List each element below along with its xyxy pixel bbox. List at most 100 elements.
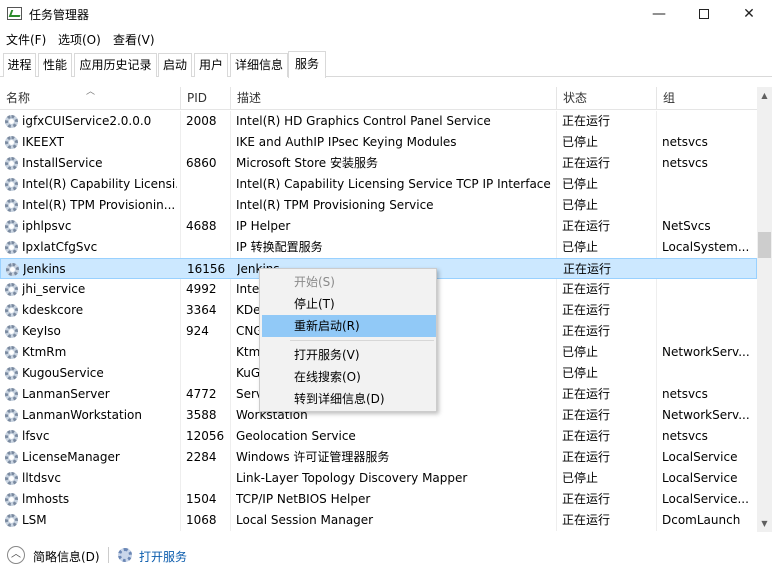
service-gear-icon [5,199,18,212]
tab-app-history[interactable]: 应用历史记录 [74,53,157,77]
cell-pid: 1504 [186,492,217,506]
cell-description: IP Helper [236,219,291,233]
table-row[interactable]: lfsvc 12056 Geolocation Service 正在运行 netsvcs [0,426,757,447]
cell-group: NetworkServ... [662,408,750,422]
cell-description: TCP/IP NetBIOS Helper [236,492,371,506]
column-header-row: 名称 PID 描述 状态 组 [0,87,757,110]
cell-name: IKEEXT [22,135,64,149]
table-row[interactable]: LSM 1068 Local Session Manager 正在运行 DcomLaun… [0,510,757,531]
service-gear-icon [6,263,19,276]
cell-group: netsvcs [662,429,708,443]
cell-pid: 2008 [186,114,217,128]
context-menu-restart[interactable]: 重新启动(R) [262,315,436,337]
scroll-up-arrow-icon[interactable]: ▲ [757,87,772,104]
menu-view[interactable]: 查看(V) [113,31,155,48]
context-menu-search-online[interactable]: 在线搜索(O) [262,366,436,388]
tab-processes[interactable]: 进程 [3,53,36,77]
cell-pid [186,237,231,258]
maximize-button[interactable] [681,0,727,28]
cell-group: netsvcs [662,156,708,170]
context-menu-open-services[interactable]: 打开服务(V) [262,344,436,366]
table-row[interactable]: InstallService 6860 Microsoft Store 安装服务 正在… [0,153,757,174]
cell-pid: 924 [186,324,209,338]
cell-description: IP 转换配置服务 [236,240,323,254]
context-menu-stop[interactable]: 停止(T) [262,293,436,315]
service-gear-icon [5,514,18,527]
table-row[interactable]: igfxCUIService2.0.0.0 2008 Intel(R) HD Gra… [0,111,757,132]
cell-description: Local Session Manager [236,513,374,527]
service-gear-icon [5,220,18,233]
cell-pid: 16156 [187,262,226,276]
window-title: 任务管理器 [29,8,90,22]
cell-description: Microsoft Store 安装服务 [236,156,378,170]
cell-name: Jenkins [23,262,66,276]
service-gear-icon [5,451,18,464]
service-gear-icon [5,325,18,338]
cell-name: igfxCUIService2.0.0.0 [22,114,152,128]
cell-group: LocalSystem... [662,240,750,254]
cell-pid: 3588 [186,408,217,422]
chevron-up-icon[interactable]: ︿ [7,546,25,564]
tab-startup[interactable]: 启动 [158,53,192,77]
fewer-details-link[interactable]: 简略信息(D) [33,548,100,565]
cell-group: LocalService [662,471,738,485]
table-row[interactable]: lltdsvc Link-Layer Topology Discovery Map… [0,468,757,489]
column-header-status[interactable]: 状态 [556,87,656,110]
service-gear-icon [5,493,18,506]
footer-bar: ︿ 简略信息(D) 打开服务 [0,540,772,573]
tab-users[interactable]: 用户 [194,53,228,77]
vertical-scrollbar[interactable]: ▲ ▼ [757,87,772,532]
cell-group [663,259,755,280]
tab-bar: 进程 性能 应用历史记录 启动 用户 详细信息 服务 [0,51,772,78]
cell-group [662,195,754,216]
context-menu-go-to-details[interactable]: 转到详细信息(D) [262,388,436,410]
service-gear-icon [5,367,18,380]
table-row[interactable]: Intel(R) Capability Licensi... Intel(R) C… [0,174,757,195]
cell-name: KeyIso [22,324,61,338]
table-row[interactable]: Intel(R) TPM Provisionin... Intel(R) TPM … [0,195,757,216]
context-menu: 开始(S) 停止(T) 重新启动(R) 打开服务(V) 在线搜索(O) 转到详细… [259,268,437,412]
table-row[interactable]: LicenseManager 2284 Windows 许可证管理器服务 正在运行 Lo… [0,447,757,468]
menu-file[interactable]: 文件(F) [6,31,46,48]
context-menu-start[interactable]: 开始(S) [262,271,436,293]
cell-name: jhi_service [22,282,86,296]
column-header-group[interactable]: 组 [656,87,757,110]
column-header-description[interactable]: 描述 [230,87,556,110]
cell-status: 已停止 [562,471,599,485]
table-row[interactable]: iphlpsvc 4688 IP Helper 正在运行 NetSvcs [0,216,757,237]
table-row[interactable]: lmhosts 1504 TCP/IP NetBIOS Helper 正在运行 Loca… [0,489,757,510]
table-row[interactable]: IpxlatCfgSvc IP 转换配置服务 已停止 LocalSystem... [0,237,757,258]
cell-name: lltdsvc [22,471,61,485]
cell-description: Geolocation Service [236,429,356,443]
scroll-down-arrow-icon[interactable]: ▼ [757,515,772,532]
cell-name: iphlpsvc [22,219,72,233]
services-gear-icon [118,548,132,562]
service-gear-icon [5,304,18,317]
cell-description: Intel(R) TPM Provisioning Service [236,198,434,212]
cell-name: InstallService [22,156,103,170]
cell-group: NetworkServ... [662,345,750,359]
task-manager-icon [7,7,22,20]
cell-group: netsvcs [662,135,708,149]
scroll-thumb[interactable] [758,232,771,258]
open-services-link[interactable]: 打开服务 [139,548,187,565]
menu-options[interactable]: 选项(O) [58,31,101,48]
close-button[interactable]: ✕ [726,0,772,28]
cell-group: DcomLaunch [662,513,741,527]
service-gear-icon [5,283,18,296]
cell-pid [186,342,231,363]
cell-pid: 4772 [186,387,217,401]
tab-performance[interactable]: 性能 [38,53,72,77]
tab-details[interactable]: 详细信息 [230,53,288,77]
tab-services[interactable]: 服务 [288,51,326,78]
cell-name: KugouService [22,366,104,380]
cell-group [662,174,754,195]
cell-status: 已停止 [562,177,599,191]
service-gear-icon [5,115,18,128]
column-header-pid[interactable]: PID [180,87,230,110]
cell-group: netsvcs [662,387,708,401]
minimize-button[interactable]: — [636,0,682,28]
cell-pid: 1068 [186,513,217,527]
cell-description: Windows 许可证管理器服务 [236,450,390,464]
table-row[interactable]: IKEEXT IKE and AuthIP IPsec Keying Module… [0,132,757,153]
